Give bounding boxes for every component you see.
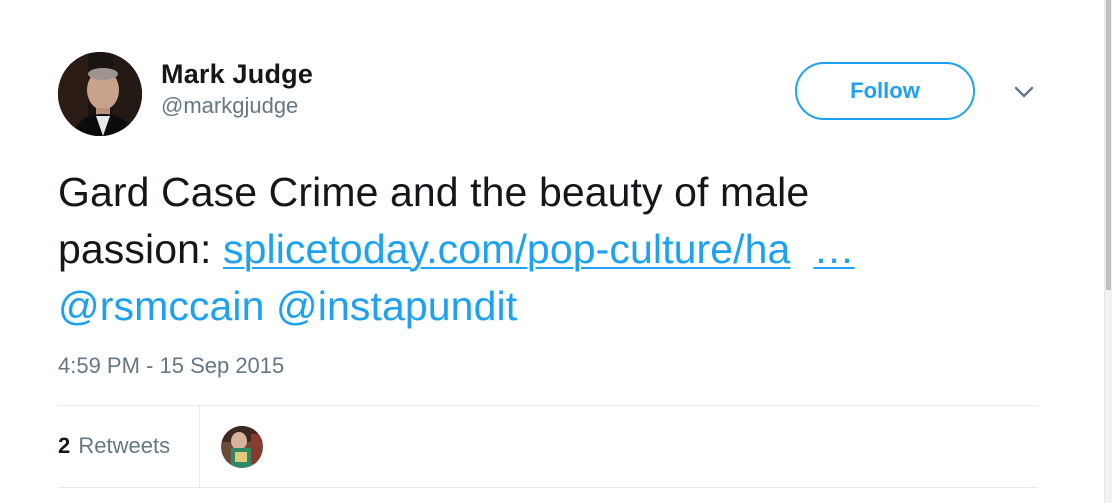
tweet-link-ellipsis[interactable]: … [813,226,854,272]
author-handle[interactable]: @markgjudge [161,92,313,120]
tweet-text-line-3: @rsmccain @instapundit [58,278,1048,335]
tweet-text-line-1: Gard Case Crime and the beauty of male [58,169,810,215]
tweet-card: Mark Judge @markgjudge Follow Gard Case … [0,0,1100,503]
mention-rsmccain[interactable]: @rsmccain [58,283,265,329]
tweet-menu-button[interactable] [1010,80,1038,104]
follow-button[interactable]: Follow [795,62,975,120]
author-display-name[interactable]: Mark Judge [161,58,313,90]
stats-separator [199,406,200,487]
retweet-count: 2 [58,433,71,458]
tweet-page: Mark Judge @markgjudge Follow Gard Case … [0,0,1112,503]
tweet-text-line-2: passion: splicetoday.com/pop-culture/ha … [58,221,1048,278]
retweeter-avatar-photo-icon [221,426,263,468]
author-name-block[interactable]: Mark Judge @markgjudge [161,58,313,120]
scrollbar[interactable] [1104,0,1112,503]
mention-instapundit[interactable]: @instapundit [276,283,517,329]
user-avatar-photo-icon [58,52,142,136]
tweet-header: Mark Judge @markgjudge Follow [58,52,1048,142]
tweet-link[interactable]: splicetoday.com/pop-culture/ha [223,226,790,272]
chevron-down-icon [1014,86,1034,98]
retweeter-avatar[interactable] [221,426,263,468]
tweet-stats: 2 Retweets [58,406,1038,487]
retweet-label: Retweets [78,433,171,458]
retweet-stat[interactable]: 2 Retweets [58,432,170,460]
author-avatar[interactable] [58,52,142,136]
tweet-text: Gard Case Crime and the beauty of male p… [58,164,1048,335]
divider [58,487,1038,488]
tweet-text-prefix: passion: [58,226,224,272]
scrollbar-thumb[interactable] [1106,0,1111,290]
tweet-timestamp[interactable]: 4:59 PM - 15 Sep 2015 [58,352,284,380]
